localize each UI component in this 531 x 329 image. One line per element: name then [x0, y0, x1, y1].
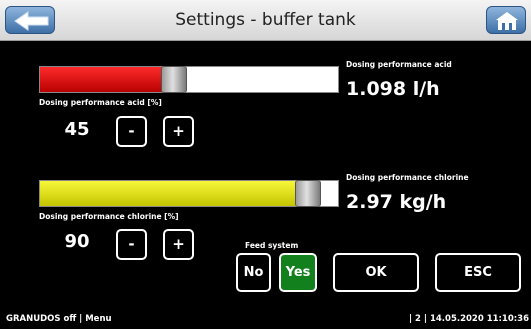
acid-result-value: 1.098 l/h	[346, 78, 440, 100]
feed-no-button[interactable]: No	[236, 253, 271, 292]
title-bar: Settings - buffer tank	[0, 0, 531, 41]
arrow-left-icon	[14, 11, 49, 31]
acid-slider[interactable]	[39, 66, 339, 93]
acid-percent-label: Dosing performance acid [%]	[39, 98, 162, 107]
chlorine-slider-fill	[40, 181, 308, 206]
chlorine-slider-handle[interactable]	[295, 180, 321, 207]
back-button[interactable]	[5, 6, 55, 34]
ok-button[interactable]: OK	[333, 253, 419, 292]
chlorine-result-label: Dosing performance chlorine	[346, 173, 469, 182]
acid-percent-value: 45	[64, 119, 90, 140]
feed-yes-button[interactable]: Yes	[279, 253, 317, 292]
esc-button[interactable]: ESC	[435, 253, 521, 292]
chlorine-percent-value: 90	[64, 231, 90, 252]
acid-slider-fill	[40, 67, 174, 92]
status-left: GRANUDOS off | Menu	[6, 314, 112, 324]
chlorine-increase-button[interactable]: +	[163, 229, 194, 260]
chlorine-slider[interactable]	[39, 180, 339, 207]
page-title: Settings - buffer tank	[175, 10, 356, 30]
acid-decrease-button[interactable]: -	[116, 116, 147, 147]
acid-increase-button[interactable]: +	[163, 116, 194, 147]
chlorine-decrease-button[interactable]: -	[116, 229, 147, 260]
home-button[interactable]	[486, 6, 526, 34]
status-bar: GRANUDOS off | Menu | 2 | 14.05.2020 11:…	[0, 311, 531, 329]
acid-slider-handle[interactable]	[161, 66, 187, 93]
chlorine-percent-label: Dosing performance chlorine [%]	[39, 212, 179, 221]
house-icon	[496, 12, 518, 30]
feed-system-label: Feed system	[245, 241, 299, 250]
chlorine-result-value: 2.97 kg/h	[346, 191, 447, 213]
status-right: | 2 | 14.05.2020 11:10:36	[408, 314, 529, 324]
acid-result-label: Dosing performance acid	[346, 60, 452, 69]
